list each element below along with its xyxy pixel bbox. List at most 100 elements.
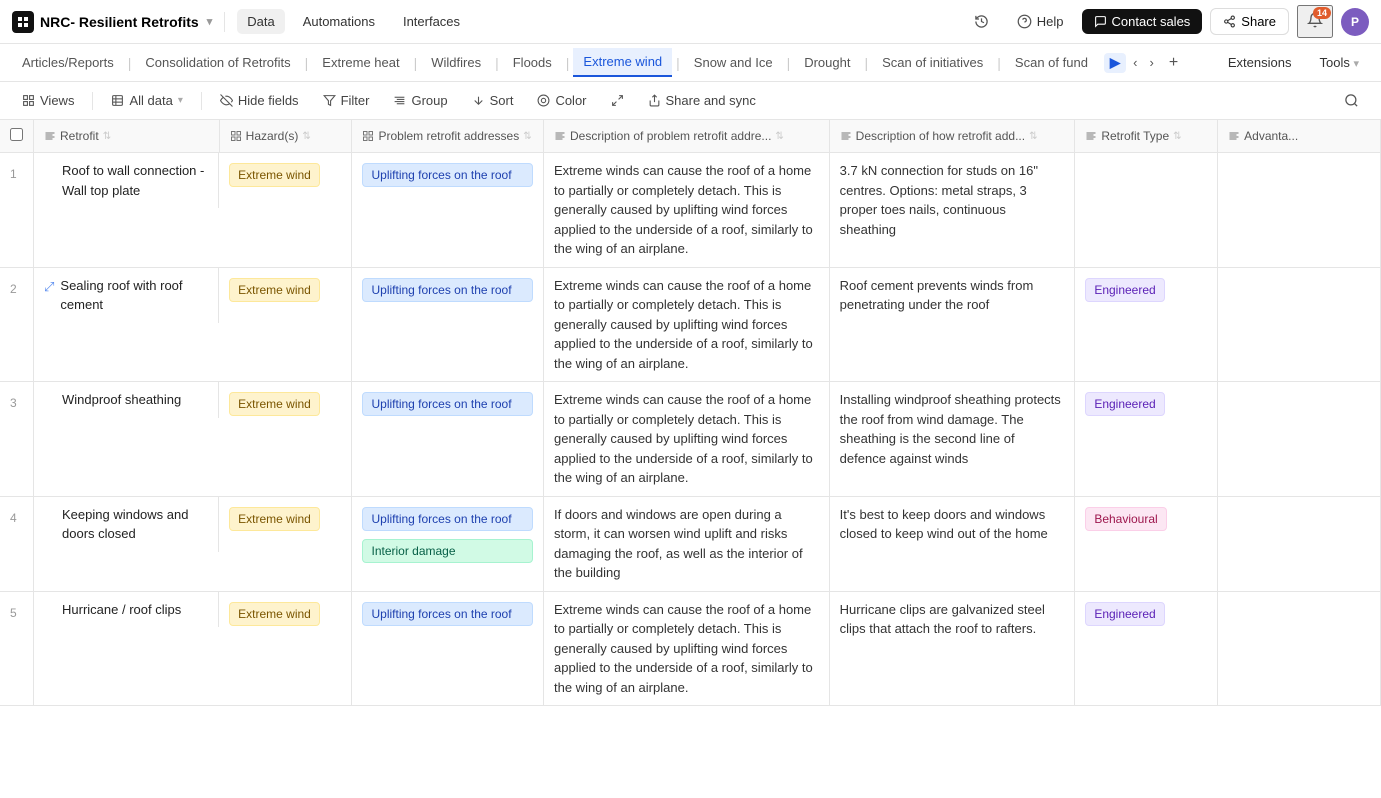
col-header-checkbox	[0, 120, 34, 153]
extensions-button[interactable]: Extensions	[1218, 50, 1302, 75]
contact-sales-button[interactable]: Contact sales	[1082, 9, 1203, 34]
views-button[interactable]: Views	[12, 88, 84, 113]
tools-button[interactable]: Tools ▾	[1309, 50, 1369, 75]
data-table: Retrofit ⇅ Hazard(s) ⇅ Problem retrofit …	[0, 120, 1381, 706]
tab-chevron-right[interactable]: ›	[1145, 53, 1159, 72]
tab-wildfires[interactable]: Wildfires	[421, 49, 491, 76]
app-logo-chevron: ▾	[207, 15, 213, 28]
tab-drought[interactable]: Drought	[794, 49, 860, 76]
cell-advantage	[1218, 153, 1381, 268]
toolbar-sep-1	[92, 92, 93, 110]
col-header-retrofit[interactable]: Retrofit ⇅	[34, 120, 220, 153]
cell-hazard: Extreme wind	[219, 267, 352, 382]
all-data-button[interactable]: All data ▾	[101, 88, 192, 113]
tab-floods[interactable]: Floods	[503, 49, 562, 76]
expand-button[interactable]	[601, 89, 634, 112]
type-tag: Engineered	[1085, 278, 1164, 302]
col-header-advantage[interactable]: Advanta...	[1218, 120, 1381, 153]
problem-tag: Interior damage	[362, 539, 533, 563]
tab-scan-initiatives[interactable]: Scan of initiatives	[872, 49, 993, 76]
sort-button[interactable]: Sort	[462, 88, 524, 113]
filter-button[interactable]: Filter	[313, 88, 380, 113]
notifications-badge: 14	[1313, 7, 1331, 19]
hide-fields-button[interactable]: Hide fields	[210, 88, 309, 113]
app-title: NRC- Resilient Retrofits	[40, 14, 199, 30]
avatar[interactable]: P	[1341, 8, 1369, 36]
hazard-tag: Extreme wind	[229, 278, 320, 302]
group-button[interactable]: Group	[383, 88, 457, 113]
tab-bar: Articles/Reports | Consolidation of Retr…	[0, 44, 1381, 82]
tab-sep-2: |	[303, 55, 311, 71]
cell-retrofit[interactable]: Hurricane / roof clips	[34, 592, 219, 628]
cell-retrofit[interactable]: Windproof sheathing	[34, 382, 219, 418]
nav-separator	[224, 12, 225, 32]
share-label: Share	[1241, 14, 1276, 29]
col-header-desc-prob-label: Description of problem retrofit addre...	[570, 129, 771, 143]
tab-sep-4: |	[493, 55, 501, 71]
desc-how-col-icon	[840, 130, 852, 142]
color-button[interactable]: Color	[527, 88, 596, 113]
tab-consolidation[interactable]: Consolidation of Retrofits	[135, 49, 300, 76]
row-expand-icon[interactable]: ⤢	[44, 277, 54, 297]
share-sync-button[interactable]: Share and sync	[638, 88, 766, 113]
problem-tag: Uplifting forces on the roof	[362, 392, 533, 416]
hazard-col-icon	[230, 130, 242, 142]
tab-sep-8: |	[862, 55, 870, 71]
col-header-hazard[interactable]: Hazard(s) ⇅	[219, 120, 352, 153]
cell-problems: Uplifting forces on the roof	[352, 382, 544, 497]
tab-articles-reports[interactable]: Articles/Reports	[12, 49, 124, 76]
cell-desc-prob: Extreme winds can cause the roof of a ho…	[544, 153, 830, 268]
adv-col-icon	[1228, 130, 1240, 142]
col-header-desc-prob[interactable]: Description of problem retrofit addre...…	[544, 120, 830, 153]
share-button[interactable]: Share	[1210, 8, 1289, 35]
desc-prob-col-icon	[554, 130, 566, 142]
tab-extreme-heat[interactable]: Extreme heat	[312, 49, 409, 76]
tab-sep-1: |	[126, 55, 134, 71]
nav-data[interactable]: Data	[237, 9, 284, 34]
nav-automations[interactable]: Automations	[293, 9, 385, 34]
add-tab-button[interactable]: +	[1161, 50, 1186, 76]
tab-chevron-left[interactable]: ‹	[1128, 53, 1142, 72]
cell-retrofit[interactable]: Roof to wall connection - Wall top plate	[34, 153, 219, 208]
filter-label: Filter	[341, 93, 370, 108]
app-logo[interactable]: NRC- Resilient Retrofits ▾	[12, 11, 212, 33]
type-col-icon	[1085, 130, 1097, 142]
table-row: 1Roof to wall connection - Wall top plat…	[0, 153, 1381, 268]
col-header-desc-how[interactable]: Description of how retrofit add... ⇅	[829, 120, 1075, 153]
nav-interfaces[interactable]: Interfaces	[393, 9, 470, 34]
retrofit-name: Keeping windows and doors closed	[44, 505, 208, 544]
notifications-button[interactable]: 14	[1297, 5, 1333, 38]
type-tag: Engineered	[1085, 392, 1164, 416]
table-row: 3Windproof sheathingExtreme windUpliftin…	[0, 382, 1381, 497]
col-header-desc-how-label: Description of how retrofit add...	[856, 129, 1025, 143]
toolbar-search-area	[1334, 88, 1369, 113]
cell-desc-prob: Extreme winds can cause the roof of a ho…	[544, 382, 830, 497]
tab-snow-ice[interactable]: Snow and Ice	[684, 49, 783, 76]
all-data-chevron: ▾	[178, 95, 183, 106]
table-row: 2⤢Sealing roof with roof cementExtreme w…	[0, 267, 1381, 382]
cell-retrofit[interactable]: Keeping windows and doors closed	[34, 497, 219, 552]
cell-type: Engineered	[1075, 591, 1218, 706]
retrofit-name: Hurricane / roof clips	[44, 600, 181, 620]
history-button[interactable]	[964, 9, 999, 34]
cell-hazard: Extreme wind	[219, 591, 352, 706]
search-button[interactable]	[1334, 88, 1369, 113]
cell-desc-how: Installing windproof sheathing protects …	[829, 382, 1075, 497]
table-row: 4Keeping windows and doors closedExtreme…	[0, 496, 1381, 591]
cell-retrofit[interactable]: ⤢Sealing roof with roof cement	[34, 268, 219, 323]
col-header-desc-how-sort: ⇅	[1029, 131, 1037, 142]
col-header-type[interactable]: Retrofit Type ⇅	[1075, 120, 1218, 153]
col-header-type-sort: ⇅	[1173, 131, 1181, 142]
tab-extreme-wind[interactable]: Extreme wind	[573, 48, 672, 77]
col-header-retrofit-label: Retrofit	[60, 129, 99, 143]
retrofit-name: Roof to wall connection - Wall top plate	[44, 161, 208, 200]
help-button[interactable]: Help	[1007, 9, 1074, 34]
col-header-problem[interactable]: Problem retrofit addresses ⇅	[352, 120, 544, 153]
tab-extensions-area: Extensions Tools ▾	[1218, 50, 1369, 75]
select-all-checkbox[interactable]	[10, 128, 23, 141]
cell-type: Behavioural	[1075, 496, 1218, 591]
col-header-desc-prob-sort: ⇅	[775, 131, 783, 142]
data-table-container: Retrofit ⇅ Hazard(s) ⇅ Problem retrofit …	[0, 120, 1381, 798]
tab-sep-7: |	[785, 55, 793, 71]
tab-scan-fund[interactable]: Scan of fund	[1005, 49, 1098, 76]
